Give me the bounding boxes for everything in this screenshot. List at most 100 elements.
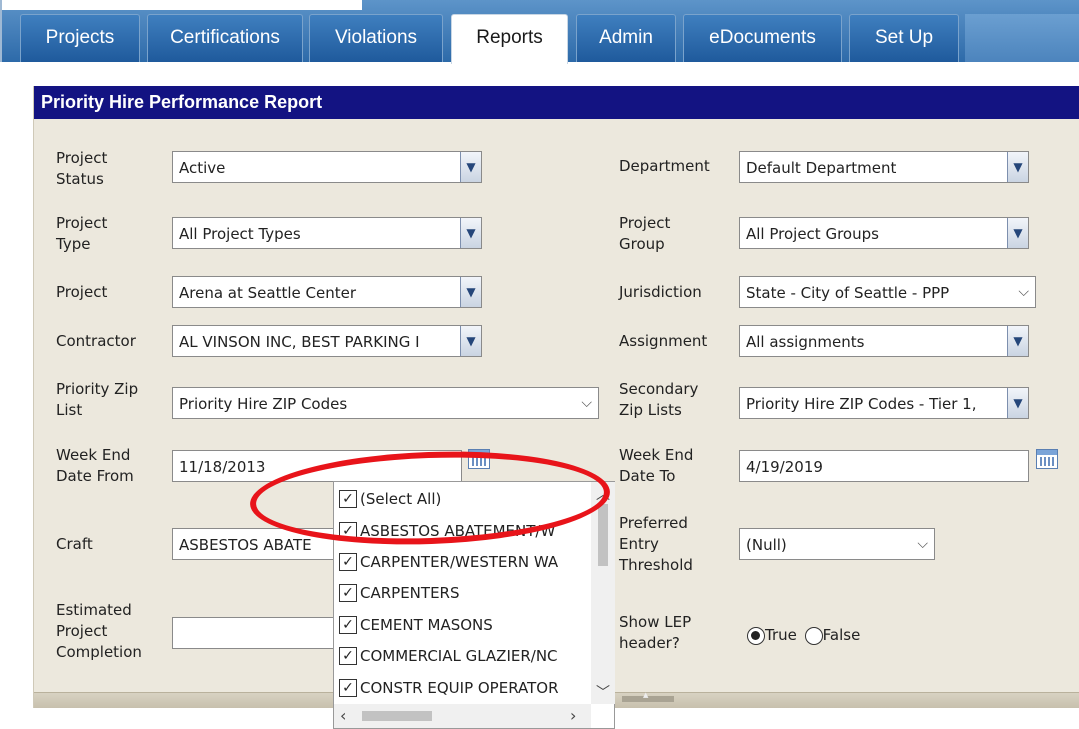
craft-dropdown-list[interactable]: ✓ (Select All) ✓ ASBESTOS ABATEMENT/W ✓ … — [333, 481, 615, 729]
estimated-completion-label: Estimated Project Completion — [56, 601, 142, 661]
vertical-scrollbar[interactable]: ︿ ﹀ — [591, 482, 615, 704]
tab-label: Projects — [45, 27, 115, 48]
contractor-select[interactable]: AL VINSON INC, BEST PARKING I ▼ — [172, 325, 482, 357]
project-group-select[interactable]: All Project Groups ▼ — [739, 217, 1029, 249]
list-item[interactable]: ✓ COMMERCIAL GLAZIER/NC — [339, 643, 558, 669]
calendar-icon[interactable] — [1036, 449, 1058, 469]
list-item[interactable]: ✓ CARPENTERS — [339, 580, 460, 606]
chevron-down-icon[interactable]: ▼ — [1007, 326, 1028, 356]
tabbar-top-gap — [2, 0, 362, 10]
department-select[interactable]: Default Department ▼ — [739, 151, 1029, 183]
priority-zip-list-select[interactable]: Priority Hire ZIP Codes ⌵ — [172, 387, 599, 419]
chevron-down-icon[interactable]: ⌵ — [917, 529, 928, 559]
radio-true-label: True — [765, 626, 797, 644]
chevron-down-icon[interactable]: ▼ — [1007, 152, 1028, 182]
tab-reports[interactable]: Reports — [451, 14, 568, 64]
department-value: Default Department — [746, 159, 897, 177]
project-group-label: Project Group — [619, 214, 671, 253]
show-lep-header-radio-group: True False — [747, 626, 860, 645]
chevron-down-icon[interactable]: ▼ — [460, 326, 481, 356]
week-end-to-input[interactable]: 4/19/2019 — [739, 450, 1029, 482]
preferred-entry-threshold-select[interactable]: (Null) ⌵ — [739, 528, 935, 560]
tab-label: Admin — [599, 27, 653, 48]
tab-setup[interactable]: Set Up — [849, 14, 959, 62]
list-item-label: (Select All) — [360, 490, 442, 508]
craft-label: Craft — [56, 535, 93, 553]
project-status-value: Active — [179, 159, 226, 177]
jurisdiction-label: Jurisdiction — [619, 283, 702, 301]
craft-select[interactable]: ASBESTOS ABATE — [172, 528, 342, 560]
scrollbar-thumb[interactable] — [362, 711, 432, 721]
chevron-down-icon[interactable]: ▼ — [460, 152, 481, 182]
chevron-down-icon[interactable]: ▼ — [460, 218, 481, 248]
checkbox-checked-icon[interactable]: ✓ — [339, 584, 357, 602]
show-lep-header-label: Show LEP header? — [619, 613, 692, 652]
assignment-select[interactable]: All assignments ▼ — [739, 325, 1029, 357]
week-end-to-label: Week End Date To — [619, 446, 694, 485]
radio-false[interactable] — [804, 626, 823, 645]
department-label: Department — [619, 157, 710, 175]
project-select[interactable]: Arena at Seattle Center ▼ — [172, 276, 482, 308]
contractor-label: Contractor — [56, 332, 136, 350]
report-title: Priority Hire Performance Report — [34, 86, 1079, 119]
collapse-grip-icon[interactable] — [622, 691, 674, 702]
horizontal-scrollbar[interactable]: ‹ › — [334, 704, 591, 728]
tab-edocuments[interactable]: eDocuments — [683, 14, 842, 62]
checkbox-checked-icon[interactable]: ✓ — [339, 553, 357, 571]
list-item-label: COMMERCIAL GLAZIER/NC — [360, 647, 558, 665]
jurisdiction-value: State - City of Seattle - PPP — [746, 284, 950, 302]
tab-label: Certifications — [170, 27, 280, 48]
tab-label: Set Up — [874, 27, 934, 48]
preferred-entry-threshold-label: Preferred Entry Threshold — [619, 514, 693, 574]
estimated-completion-input[interactable] — [172, 617, 342, 649]
checkbox-checked-icon[interactable]: ✓ — [339, 679, 357, 697]
week-end-to-value: 4/19/2019 — [746, 458, 823, 476]
list-item[interactable]: ✓ ASBESTOS ABATEMENT/W — [339, 518, 555, 544]
checkbox-checked-icon[interactable]: ✓ — [339, 490, 357, 508]
chevron-down-icon[interactable]: ⌵ — [581, 388, 592, 418]
list-item-label: CEMENT MASONS — [360, 616, 493, 634]
list-item-label: CONSTR EQUIP OPERATOR — [360, 679, 559, 697]
preferred-entry-threshold-value: (Null) — [746, 536, 787, 554]
assignment-label: Assignment — [619, 332, 708, 350]
list-item[interactable]: ✓ CONSTR EQUIP OPERATOR — [339, 675, 559, 701]
radio-false-label: False — [822, 626, 861, 644]
tab-projects[interactable]: Projects — [20, 14, 140, 62]
scroll-right-icon[interactable]: › — [570, 706, 576, 725]
week-end-from-label: Week End Date From — [56, 446, 134, 485]
project-type-select[interactable]: All Project Types ▼ — [172, 217, 482, 249]
tab-violations[interactable]: Violations — [309, 14, 443, 62]
list-item-label: CARPENTERS — [360, 584, 460, 602]
radio-true[interactable] — [747, 626, 765, 645]
list-item-label: ASBESTOS ABATEMENT/W — [360, 522, 556, 540]
chevron-down-icon[interactable]: ▼ — [460, 277, 481, 307]
tab-label: Violations — [334, 27, 418, 48]
list-item-label: CARPENTER/WESTERN WA — [360, 553, 559, 571]
chevron-down-icon[interactable]: ⌵ — [1018, 277, 1029, 307]
tab-admin[interactable]: Admin — [576, 14, 676, 62]
jurisdiction-select[interactable]: State - City of Seattle - PPP ⌵ — [739, 276, 1036, 308]
scrollbar-thumb[interactable] — [598, 504, 608, 566]
checkbox-checked-icon[interactable]: ✓ — [339, 616, 357, 634]
scroll-up-icon[interactable]: ︿ — [596, 484, 610, 504]
priority-zip-list-label: Priority Zip List — [56, 380, 139, 419]
tab-certifications[interactable]: Certifications — [147, 14, 303, 62]
checkbox-checked-icon[interactable]: ✓ — [339, 647, 357, 665]
list-item-select-all[interactable]: ✓ (Select All) — [339, 486, 441, 512]
checkbox-checked-icon[interactable]: ✓ — [339, 522, 357, 540]
project-group-value: All Project Groups — [746, 225, 879, 243]
tabbar-filler — [965, 14, 1079, 62]
scroll-left-icon[interactable]: ‹ — [340, 706, 346, 725]
week-end-from-input[interactable]: 11/18/2013 — [172, 450, 462, 482]
list-item[interactable]: ✓ CEMENT MASONS — [339, 612, 493, 638]
scroll-down-icon[interactable]: ﹀ — [596, 682, 610, 702]
project-value: Arena at Seattle Center — [179, 284, 356, 302]
contractor-value: AL VINSON INC, BEST PARKING I — [179, 333, 420, 351]
list-item[interactable]: ✓ CARPENTER/WESTERN WA — [339, 549, 558, 575]
secondary-zip-lists-select[interactable]: Priority Hire ZIP Codes - Tier 1, ▼ — [739, 387, 1029, 419]
project-status-select[interactable]: Active ▼ — [172, 151, 482, 183]
chevron-down-icon[interactable]: ▼ — [1007, 388, 1028, 418]
tab-label: Reports — [476, 27, 543, 48]
calendar-icon[interactable] — [468, 449, 490, 469]
chevron-down-icon[interactable]: ▼ — [1007, 218, 1028, 248]
